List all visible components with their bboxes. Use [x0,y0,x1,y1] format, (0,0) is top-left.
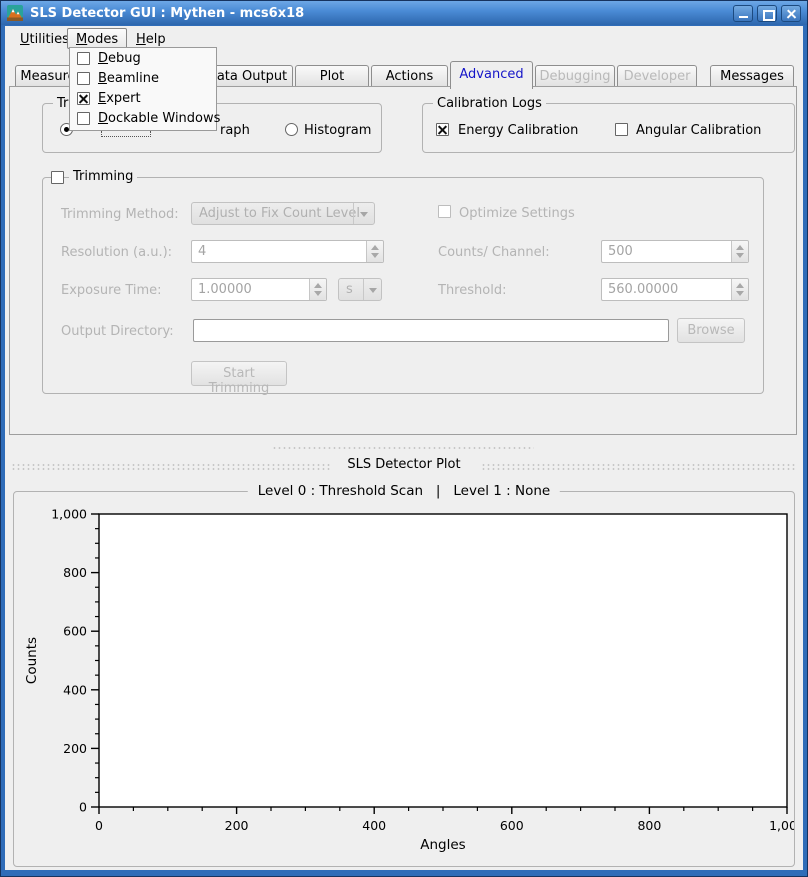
splitter-handle[interactable] [272,446,534,450]
exposure-time-label: Exposure Time: [61,283,162,298]
counts-per-channel-label: Counts/ Channel: [438,245,550,260]
menu-item-label: Dockable Windows [98,111,220,126]
window-title: SLS Detector GUI : Mythen - mcs6x18 [30,6,733,21]
plot-frame: Level 0 : Threshold Scan | Level 1 : Non… [13,491,795,867]
resolution-label: Resolution (a.u.): [61,245,172,260]
checked-checkbox-icon [77,92,90,105]
tab-advanced[interactable]: Advanced [450,61,533,89]
svg-text:200: 200 [63,741,87,756]
svg-text:Counts: Counts [24,637,40,684]
plot-dock-titlebar[interactable]: SLS Detector Plot [5,455,803,475]
client-area: Utilities Modes Help MeasurementData Out… [5,26,803,870]
svg-text:0: 0 [79,800,87,815]
svg-text:Angles: Angles [420,837,465,853]
browse-button: Browse [677,318,745,343]
menu-item-expert[interactable]: Expert [70,89,216,109]
exposure-time-spinner: 1.00000 [191,278,327,301]
svg-text:800: 800 [637,818,661,833]
svg-text:600: 600 [63,624,87,639]
svg-text:1,000: 1,000 [51,507,87,522]
spinner-arrows-icon [731,279,748,300]
output-directory-label: Output Directory: [61,324,174,339]
window-controls [733,5,801,22]
modes-menu-popup: Debug Beamline Expert Dockable Windows [69,47,217,131]
app-icon [7,5,23,21]
focus-rect-fragment [101,131,151,137]
tab-actions[interactable]: Actions [371,65,448,86]
optimize-settings-label: Optimize Settings [459,206,575,221]
output-directory-field [193,319,669,342]
unchecked-checkbox-icon [77,72,90,85]
trimming-group: Trimming Trimming Method: Adjust to Fix … [42,177,764,394]
unchecked-checkbox-icon [77,112,90,125]
menu-item-label: Debug [98,51,141,66]
close-icon[interactable] [781,5,801,22]
angular-calibration-label: Angular Calibration [636,123,761,138]
calibration-logs-label: Calibration Logs [433,96,546,111]
angular-calibration-checkbox[interactable] [615,123,628,136]
title-bar[interactable]: SLS Detector GUI : Mythen - mcs6x18 [1,1,807,25]
energy-calibration-checkbox[interactable] [436,123,449,136]
app-window: SLS Detector GUI : Mythen - mcs6x18 Util… [0,0,808,877]
dock-texture-right [481,463,797,471]
histogram-radio[interactable] [285,123,298,136]
svg-text:200: 200 [225,818,249,833]
trim-plot-partial-label: raph [220,123,250,138]
spinner-arrows-icon [366,241,383,262]
unchecked-checkbox-icon [77,52,90,65]
menu-item-debug[interactable]: Debug [70,49,216,69]
menu-item-beamline[interactable]: Beamline [70,69,216,89]
counts-per-channel-spinner: 500 [601,240,749,263]
menu-modes[interactable]: Modes [67,28,127,49]
threshold-spinner: 560.00000 [601,278,749,301]
svg-text:800: 800 [63,565,87,580]
advanced-tab-panel: Trim raph Histogram Calibration Logs Ene… [9,86,797,435]
plot-canvas: 0 200 400 600 800 1,000 0 200 400 600 800 1,000 Angl… [14,492,794,866]
resolution-spinner: 4 [191,240,384,263]
threshold-label: Threshold: [438,283,506,298]
menu-help[interactable]: Help [127,28,175,49]
svg-text:400: 400 [63,682,87,697]
chevron-down-icon [353,203,374,224]
calibration-logs-group: Calibration Logs Energy Calibration Angu… [422,103,795,153]
svg-text:400: 400 [362,818,386,833]
spinner-arrows-icon [309,279,326,300]
menu-item-dockable-windows[interactable]: Dockable Windows [70,109,216,129]
menu-item-label: Expert [98,91,141,106]
minimize-icon[interactable] [733,5,753,22]
trimming-group-checkbox[interactable] [51,171,64,184]
energy-calibration-label: Energy Calibration [458,123,578,138]
menu-item-label: Beamline [98,71,159,86]
tab-debugging: Debugging [535,65,615,86]
svg-text:1,000: 1,000 [769,818,794,833]
trimming-method-label: Trimming Method: [61,207,179,222]
exposure-unit-combo: s [338,278,382,301]
tab-messages[interactable]: Messages [710,65,794,86]
trimming-group-label: Trimming [69,169,137,184]
chevron-down-icon [363,279,381,300]
maximize-icon[interactable] [757,5,777,22]
tab-developer: Developer [617,65,697,86]
svg-text:600: 600 [500,818,524,833]
histogram-label: Histogram [304,123,371,138]
tab-plot[interactable]: Plot [295,65,369,86]
svg-text:0: 0 [95,818,103,833]
start-trimming-button: Start Trimming [191,361,287,386]
trimming-method-combo: Adjust to Fix Count Level [191,202,375,225]
optimize-settings-checkbox [438,205,451,218]
spinner-arrows-icon [731,241,748,262]
